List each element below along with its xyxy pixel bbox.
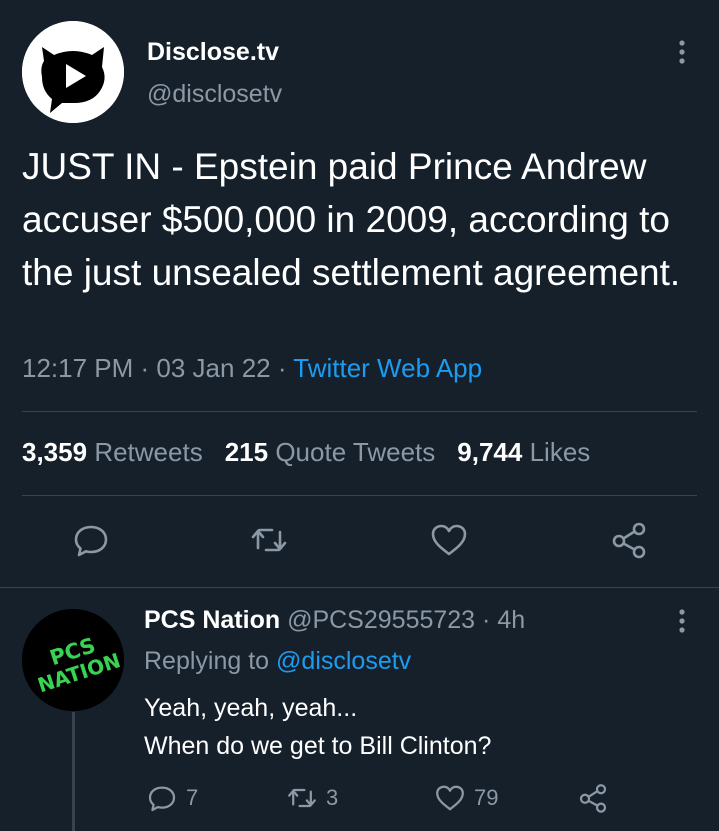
reply-header: PCS Nation @PCS29555723 · 4h	[144, 606, 525, 635]
tweet-text: JUST IN - Epstein paid Prince Andrew acc…	[22, 146, 681, 293]
retweet-count: 3	[326, 785, 339, 810]
replying-prefix: Replying to	[144, 647, 270, 675]
replying-to: Replying to @disclosetv	[144, 647, 411, 676]
likes-count: 9,744	[457, 437, 523, 467]
likes-stat[interactable]: 9,744 Likes	[457, 437, 590, 467]
tweet-source-link[interactable]: Twitter Web App	[293, 353, 482, 383]
play-logo-icon	[22, 21, 124, 123]
quotes-label: Quote Tweets	[275, 437, 436, 467]
reply-handle[interactable]: @PCS29555723	[287, 606, 475, 634]
divider	[22, 495, 697, 496]
like-icon	[436, 785, 464, 811]
likes-label: Likes	[529, 437, 591, 467]
reply-display-name[interactable]: PCS Nation	[144, 606, 280, 634]
reply-more-options-icon[interactable]	[670, 607, 694, 635]
quotes-count: 215	[224, 437, 269, 467]
tweet-meta: 12:17 PM · 03 Jan 22 · Twitter Web App	[22, 353, 482, 384]
thread-line	[72, 712, 75, 831]
reply-like-button[interactable]: 79	[434, 780, 498, 816]
divider	[22, 411, 697, 412]
quote-tweets-stat[interactable]: 215 Quote Tweets	[225, 437, 436, 467]
retweet-icon[interactable]	[249, 520, 289, 560]
retweets-stat[interactable]: 3,359 Retweets	[22, 437, 203, 467]
retweets-label: Retweets	[94, 437, 203, 467]
pcs-nation-logo-icon: PCS NATION	[22, 609, 124, 711]
replying-mention-link[interactable]: @disclosetv	[276, 647, 411, 675]
author-display-name[interactable]: Disclose.tv	[147, 38, 279, 67]
share-icon	[579, 784, 607, 813]
reply-reply-button[interactable]: 7	[146, 780, 198, 816]
reply-text-line: When do we get to Bill Clinton?	[144, 732, 492, 760]
like-icon[interactable]	[429, 520, 469, 560]
reply-age[interactable]: 4h	[497, 606, 525, 634]
retweet-icon	[288, 788, 316, 808]
tweet-date[interactable]: 03 Jan 22	[156, 353, 270, 383]
reply-text: Yeah, yeah, yeah... When do we get to Bi…	[144, 689, 664, 765]
reply-retweet-button[interactable]: 3	[286, 780, 338, 816]
retweets-count: 3,359	[22, 437, 88, 467]
reply-icon[interactable]	[71, 520, 111, 560]
author-handle[interactable]: @disclosetv	[147, 80, 282, 109]
reply-count: 7	[186, 785, 199, 810]
share-icon[interactable]	[609, 520, 649, 560]
more-options-icon[interactable]	[670, 38, 694, 66]
meta-separator: ·	[133, 353, 157, 383]
reply-separator: ·	[475, 606, 498, 634]
reply-text-line: Yeah, yeah, yeah...	[144, 694, 358, 722]
like-count: 79	[474, 785, 499, 810]
meta-separator: ·	[270, 353, 294, 383]
reply-icon	[148, 786, 176, 812]
tweet-stats: 3,359 Retweets 215 Quote Tweets 9,744 Like…	[22, 437, 590, 468]
reply-share-button[interactable]	[577, 780, 617, 816]
reply-author-avatar[interactable]: PCS NATION	[22, 609, 124, 711]
section-divider	[0, 587, 719, 588]
tweet-time[interactable]: 12:17 PM	[22, 353, 133, 383]
author-avatar[interactable]	[22, 21, 124, 123]
